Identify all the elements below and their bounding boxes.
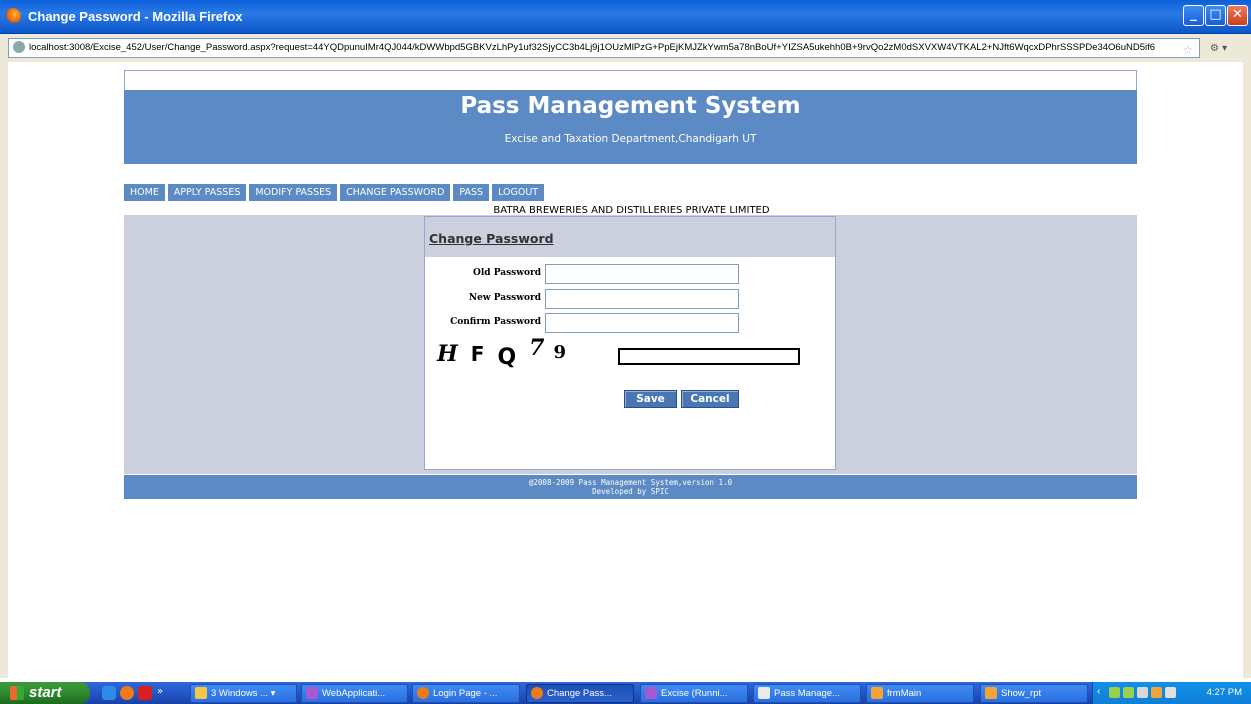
footer-copyright: @2008-2009 Pass Management System,versio… [528,478,733,487]
close-button[interactable]: ✕ [1227,5,1248,26]
new-password-label: New Password [468,293,541,303]
change-password-panel: Change Password Old Password New Passwor… [424,216,836,470]
footer-developer: Developed by SPIC [592,487,669,496]
security-icon[interactable] [1137,687,1148,698]
captcha-char: H [437,341,459,367]
window-title: Change Password - Mozilla Firefox [28,9,243,24]
toolbar-dropdown-icon[interactable]: ⚙ ▾ [1210,43,1227,54]
task-frmmain[interactable]: frmMain [866,684,974,703]
app-quicklaunch-icon[interactable] [138,686,152,700]
main-nav: HOME APPLY PASSES MODIFY PASSES CHANGE P… [124,184,547,201]
task-label: Pass Manage... [774,688,841,699]
site-subtitle: Excise and Taxation Department,Chandigar… [504,133,757,145]
task-excise-running[interactable]: Excise (Runni... [640,684,748,703]
site-footer: @2008-2009 Pass Management System,versio… [124,475,1137,499]
task-show-rpt[interactable]: Show_rpt [980,684,1088,703]
save-button[interactable]: Save [624,390,677,408]
task-change-password[interactable]: Change Pass... [526,684,634,703]
window-icon [758,687,770,699]
nav-home[interactable]: HOME [124,184,165,201]
system-tray: ‹ 4:27 PM [1092,682,1251,704]
captcha-char: 9 [553,342,568,363]
ie-quicklaunch-icon[interactable] [102,686,116,700]
old-password-label: Old Password [473,268,541,278]
clock: 4:27 PM [1206,687,1242,698]
form-icon [871,687,883,699]
captcha-char: F [470,342,486,366]
taskbar: start » 3 Windows ... ▾ WebApplicati... … [0,682,1251,704]
maximize-button[interactable]: □ [1205,5,1226,26]
nav-apply-passes[interactable]: APPLY PASSES [167,184,247,201]
folder-icon [195,687,207,699]
task-label: Login Page - ... [433,688,498,699]
task-label: WebApplicati... [322,688,386,699]
panel-header: Change Password [425,217,835,257]
tray-collapse-icon[interactable]: ‹ [1097,686,1100,697]
firefox-icon [417,687,429,699]
captcha-input[interactable] [618,348,800,365]
volume-icon[interactable] [1165,687,1176,698]
start-button[interactable]: start [0,682,90,704]
confirm-password-input[interactable] [545,313,739,333]
confirm-password-row: Confirm Password [425,313,835,333]
site-header: Pass Management System Excise and Taxati… [124,90,1137,164]
task-windows-explorer[interactable]: 3 Windows ... ▾ [190,684,297,703]
address-bar[interactable]: localhost:3008/Excise_452/User/Change_Pa… [8,38,1200,58]
app-tray-icon[interactable] [1151,687,1162,698]
window-title-bar: Change Password - Mozilla Firefox _ □ ✕ [0,0,1251,34]
firefox-icon [5,8,21,24]
new-password-input[interactable] [545,289,739,309]
site-identity-icon[interactable] [13,41,25,54]
panel-title: Change Password [429,231,554,246]
old-password-row: Old Password [425,264,835,284]
network-icon[interactable] [1109,687,1120,698]
task-webapplication[interactable]: WebApplicati... [301,684,408,703]
network-icon[interactable] [1123,687,1134,698]
old-password-input[interactable] [545,264,739,284]
nav-modify-passes[interactable]: MODIFY PASSES [249,184,338,201]
task-label: Change Pass... [547,688,612,699]
captcha-image: HFQ79 [437,335,579,370]
task-label: 3 Windows ... [211,688,269,699]
nav-row: HOME APPLY PASSES MODIFY PASSES CHANGE P… [124,164,1137,205]
minimize-button[interactable]: _ [1183,5,1204,26]
page-container: Pass Management System Excise and Taxati… [124,70,1137,499]
site-title: Pass Management System [460,93,801,119]
bookmark-star-icon[interactable]: ☆ [1182,41,1193,57]
url-text: localhost:3008/Excise_452/User/Change_Pa… [29,42,1156,53]
content-area: Change Password Old Password New Passwor… [124,215,1137,474]
firefox-quicklaunch-icon[interactable] [120,686,134,700]
task-pass-management[interactable]: Pass Manage... [753,684,861,703]
task-label: frmMain [887,688,922,699]
start-label: start [29,684,62,701]
visual-studio-icon [306,687,318,699]
captcha-char: 7 [529,335,546,361]
task-label: Excise (Runni... [661,688,728,699]
windows-flag-icon [10,686,24,701]
nav-change-password[interactable]: CHANGE PASSWORD [340,184,451,201]
top-strip [124,70,1137,90]
nav-pass[interactable]: PASS [453,184,490,201]
form-icon [985,687,997,699]
nav-logout[interactable]: LOGOUT [492,184,545,201]
visual-studio-icon [645,687,657,699]
captcha-char: Q [497,345,518,370]
new-password-row: New Password [425,289,835,309]
firefox-icon [531,687,543,699]
task-label: Show_rpt [1001,688,1042,699]
quicklaunch-more-icon[interactable]: » [157,686,163,697]
cancel-button[interactable]: Cancel [681,390,739,408]
navigation-toolbar: localhost:3008/Excise_452/User/Change_Pa… [0,34,1251,63]
task-login-page[interactable]: Login Page - ... [412,684,520,703]
confirm-password-label: Confirm Password [450,317,541,327]
